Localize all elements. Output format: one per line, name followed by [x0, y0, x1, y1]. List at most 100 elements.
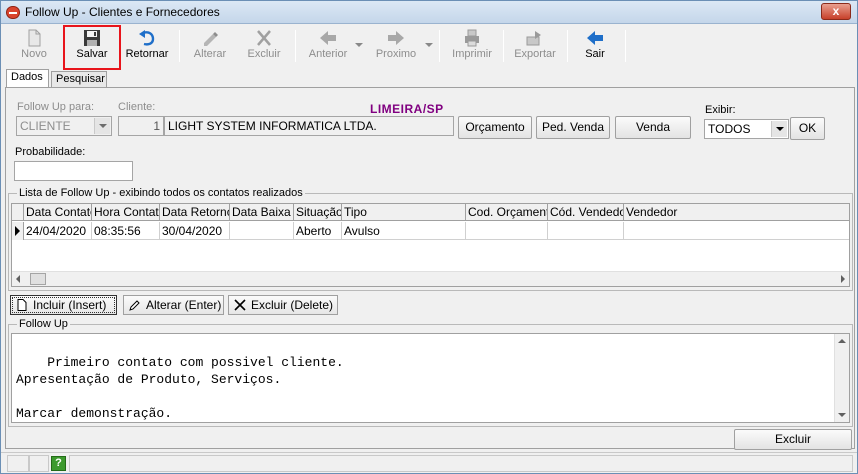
- app-icon: [6, 6, 20, 19]
- proximo-label: Proximo: [375, 48, 417, 60]
- excluir-button[interactable]: Excluir: [241, 27, 287, 65]
- proximo-dropdown-icon[interactable]: [425, 43, 433, 47]
- followup-grid[interactable]: Data Contato Hora Contato Data Retorno D…: [11, 203, 850, 287]
- followup-para-value: CLIENTE: [20, 119, 71, 133]
- col-vendedor[interactable]: Vendedor: [624, 204, 849, 221]
- toolbar-separator: [439, 30, 440, 62]
- status-panel-2: [29, 455, 49, 472]
- venda-button[interactable]: Venda: [615, 116, 691, 139]
- probabilidade-input[interactable]: [14, 161, 133, 181]
- incluir-label: Incluir (Insert): [33, 298, 107, 312]
- cell-situacao[interactable]: Aberto: [294, 222, 342, 240]
- scroll-left-icon[interactable]: [16, 275, 20, 283]
- edit-icon: [204, 32, 218, 46]
- cell-data-baixa[interactable]: [230, 222, 294, 240]
- alterar-entry-label: Alterar (Enter): [146, 298, 222, 312]
- delete-x-icon: [257, 30, 271, 46]
- followup-para-select[interactable]: CLIENTE: [16, 116, 112, 136]
- col-cod-orcamento[interactable]: Cod. Orçamento: [466, 204, 548, 221]
- arrow-left-icon: [320, 31, 336, 45]
- col-data-baixa[interactable]: Data Baixa: [230, 204, 294, 221]
- exportar-label: Exportar: [514, 48, 556, 60]
- alterar-label: Alterar: [193, 48, 227, 60]
- undo-arrow-icon: [139, 30, 155, 46]
- printer-icon: [465, 29, 479, 47]
- alterar-entry-button[interactable]: Alterar (Enter): [123, 295, 224, 315]
- delete-x-icon: [234, 299, 246, 311]
- toolbar-separator: [503, 30, 504, 62]
- new-document-icon: [17, 299, 27, 311]
- cell-cod-orcamento[interactable]: [466, 222, 548, 240]
- grid-horizontal-scrollbar[interactable]: [12, 271, 849, 286]
- status-panel-main: [69, 455, 853, 472]
- excluir-label: Excluir: [247, 48, 281, 60]
- cliente-label: Cliente:: [118, 101, 156, 113]
- help-icon[interactable]: ?: [51, 456, 66, 471]
- header-indicator: [12, 204, 24, 221]
- toolbar: Novo Salvar Retornar Alterar Excluir Ant…: [3, 25, 857, 67]
- scroll-right-icon[interactable]: [841, 275, 845, 283]
- window-title: Follow Up - Clientes e Fornecedores: [25, 5, 220, 19]
- sair-button[interactable]: Sair: [573, 27, 617, 65]
- excluir-entry-button[interactable]: Excluir (Delete): [228, 295, 338, 315]
- close-button[interactable]: x: [821, 3, 851, 20]
- orcamento-button[interactable]: Orçamento: [458, 116, 532, 139]
- cell-vendedor[interactable]: [624, 222, 849, 240]
- col-cod-vendedor[interactable]: Cód. Vendedor: [548, 204, 624, 221]
- new-document-icon: [28, 29, 41, 47]
- followup-text-area[interactable]: Primeiro contato com possivel cliente. A…: [11, 333, 850, 423]
- exibir-label: Exibir:: [705, 104, 736, 116]
- exit-arrow-icon: [587, 31, 603, 45]
- col-data-retorno[interactable]: Data Retorno: [160, 204, 230, 221]
- scroll-down-icon[interactable]: [838, 413, 846, 417]
- toolbar-separator: [567, 30, 568, 62]
- followup-text-title: Follow Up: [17, 318, 70, 330]
- cell-tipo[interactable]: Avulso: [342, 222, 466, 240]
- exibir-select[interactable]: TODOS: [704, 119, 789, 139]
- incluir-button[interactable]: Incluir (Insert): [10, 295, 117, 315]
- status-panel-1: [7, 455, 29, 472]
- memo-vertical-scrollbar[interactable]: [834, 334, 849, 422]
- cliente-code-field[interactable]: 1: [118, 116, 164, 136]
- proximo-button[interactable]: Proximo: [369, 27, 423, 65]
- title-bar[interactable]: Follow Up - Clientes e Fornecedores x: [1, 1, 857, 24]
- col-tipo[interactable]: Tipo: [342, 204, 466, 221]
- followup-list-title: Lista de Follow Up - exibindo todos os c…: [17, 187, 305, 199]
- ped-venda-button[interactable]: Ped. Venda: [536, 116, 610, 139]
- tab-dados[interactable]: Dados: [6, 69, 49, 89]
- toolbar-separator: [179, 30, 180, 62]
- excluir-bottom-button[interactable]: Excluir: [734, 429, 852, 450]
- cell-hora-contato[interactable]: 08:35:56: [92, 222, 160, 240]
- col-situacao[interactable]: Situação: [294, 204, 342, 221]
- followup-text: Primeiro contato com possivel cliente. A…: [16, 355, 344, 421]
- scroll-up-icon[interactable]: [838, 339, 846, 343]
- cell-data-retorno[interactable]: 30/04/2020: [160, 222, 230, 240]
- scroll-thumb[interactable]: [30, 273, 46, 285]
- retornar-button[interactable]: Retornar: [121, 27, 173, 65]
- table-row[interactable]: 24/04/2020 08:35:56 30/04/2020 Aberto Av…: [12, 222, 849, 240]
- exibir-value: TODOS: [708, 122, 751, 136]
- col-hora-contato[interactable]: Hora Contato: [92, 204, 160, 221]
- cell-data-contato[interactable]: 24/04/2020: [24, 222, 92, 240]
- alterar-button[interactable]: Alterar: [187, 27, 233, 65]
- ok-button[interactable]: OK: [790, 117, 825, 140]
- export-icon: [526, 31, 541, 46]
- novo-label: Novo: [21, 48, 47, 60]
- retornar-label: Retornar: [125, 48, 169, 60]
- novo-button[interactable]: Novo: [11, 27, 57, 65]
- chevron-down-icon: [94, 118, 110, 134]
- cliente-city: LIMEIRA/SP: [370, 102, 444, 116]
- anterior-dropdown-icon[interactable]: [355, 43, 363, 47]
- anterior-label: Anterior: [308, 48, 348, 60]
- tab-pesquisar[interactable]: Pesquisar: [51, 71, 107, 88]
- exportar-button[interactable]: Exportar: [509, 27, 561, 65]
- status-bar: ?: [1, 452, 857, 473]
- followup-para-label: Follow Up para:: [17, 101, 95, 113]
- cell-cod-vendedor[interactable]: [548, 222, 624, 240]
- anterior-button[interactable]: Anterior: [301, 27, 355, 65]
- salvar-highlight-box: [63, 25, 121, 70]
- cliente-name-field[interactable]: LIGHT SYSTEM INFORMATICA LTDA.: [164, 116, 454, 136]
- imprimir-button[interactable]: Imprimir: [447, 27, 497, 65]
- col-data-contato[interactable]: Data Contato: [24, 204, 92, 221]
- toolbar-separator: [625, 30, 626, 62]
